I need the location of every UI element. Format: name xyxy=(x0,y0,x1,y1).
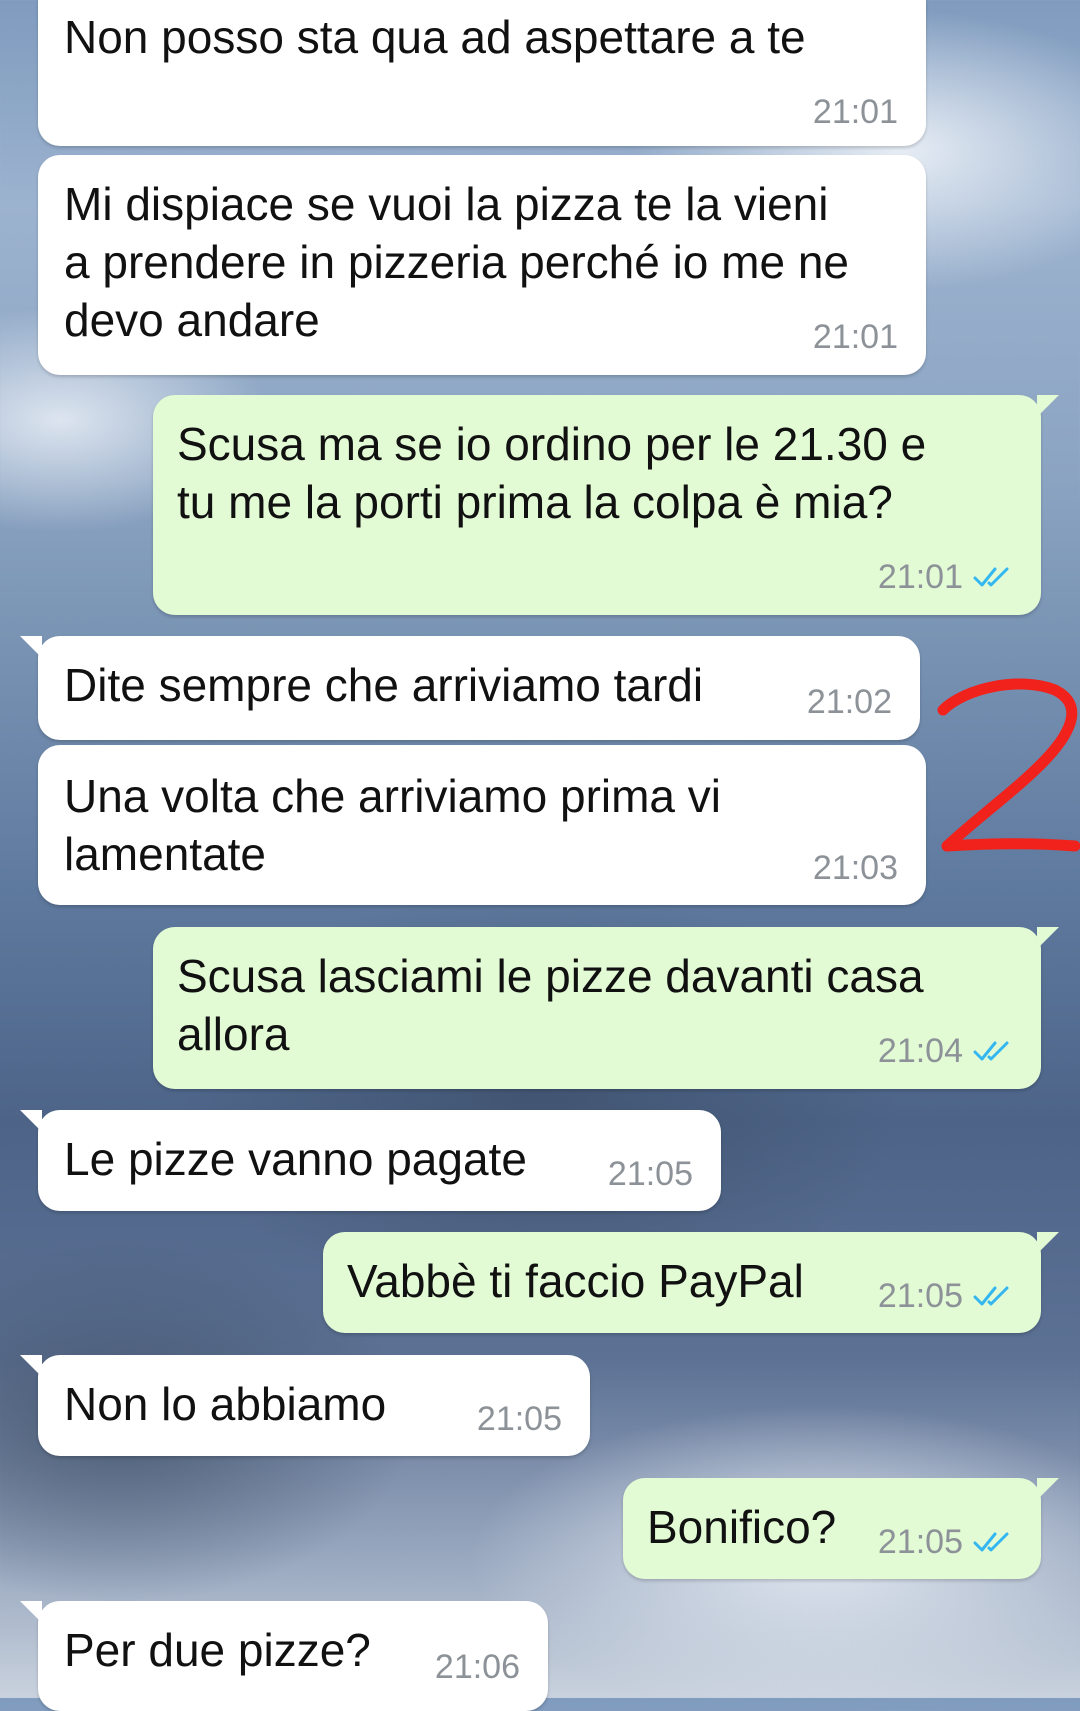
handwritten-number-annotation: 2 xyxy=(937,678,1080,852)
message-incoming[interactable]: Una volta che arriviamo prima vi lamenta… xyxy=(38,745,926,905)
message-outgoing[interactable]: Scusa lasciami le pizze davanti casa all… xyxy=(153,927,1059,1089)
message-meta: 21:04 xyxy=(878,1031,1013,1071)
message-meta: 21:05 xyxy=(477,1399,562,1439)
message-time: 21:05 xyxy=(607,1155,693,1193)
message-text: Bonifico? xyxy=(647,1498,836,1556)
message-text: Non lo abbiamo xyxy=(64,1375,386,1433)
message-meta: 21:01 xyxy=(878,557,1013,597)
message-meta: 21:01 xyxy=(813,317,898,357)
message-time: 21:01 xyxy=(877,558,963,596)
message-time: 21:03 xyxy=(812,849,898,887)
chat-area[interactable]: Non posso sta qua ad aspettare a te 21:0… xyxy=(0,0,1080,1711)
message-meta: 21:05 xyxy=(878,1522,1013,1562)
message-incoming[interactable]: Mi dispiace se vuoi la pizza te la vieni… xyxy=(38,155,926,375)
message-incoming[interactable]: Non lo abbiamo 21:05 xyxy=(20,1355,590,1456)
message-line: devo andare xyxy=(64,294,320,346)
message-text: Scusa ma se io ordino per le 21.30 e tu … xyxy=(177,415,926,531)
message-text: Mi dispiace se vuoi la pizza te la vieni… xyxy=(64,175,849,349)
message-time: 21:06 xyxy=(434,1648,520,1686)
message-time: 21:02 xyxy=(806,683,892,721)
message-meta: 21:05 xyxy=(608,1154,693,1194)
message-line: Non lo abbiamo xyxy=(64,1378,387,1430)
message-text: Non posso sta qua ad aspettare a te xyxy=(64,8,806,66)
message-line: Una volta che arriviamo prima vi xyxy=(64,770,722,822)
message-outgoing[interactable]: Scusa ma se io ordino per le 21.30 e tu … xyxy=(153,395,1059,615)
message-time: 21:04 xyxy=(877,1032,963,1070)
message-meta: 21:03 xyxy=(813,848,898,888)
message-text: Scusa lasciami le pizze davanti casa all… xyxy=(177,947,924,1063)
message-meta: 21:05 xyxy=(878,1276,1013,1316)
message-line: Per due pizze? xyxy=(64,1624,371,1676)
message-line: Le pizze vanno pagate xyxy=(64,1133,527,1185)
message-text: Vabbè ti faccio PayPal xyxy=(347,1252,804,1310)
message-line: a prendere in pizzeria perché io me ne xyxy=(64,236,850,288)
message-meta: 21:01 xyxy=(813,92,898,132)
message-meta: 21:02 xyxy=(807,682,892,722)
message-line: Scusa ma se io ordino per le 21.30 e xyxy=(177,418,927,470)
message-text: Per due pizze? xyxy=(64,1621,371,1679)
message-incoming[interactable]: Le pizze vanno pagate 21:05 xyxy=(20,1110,721,1211)
message-line: tu me la porti prima la colpa è mia? xyxy=(177,476,893,528)
message-line: Dite sempre che arriviamo tardi xyxy=(64,659,704,711)
message-incoming[interactable]: Non posso sta qua ad aspettare a te 21:0… xyxy=(38,0,926,146)
message-outgoing[interactable]: Bonifico? 21:05 xyxy=(623,1478,1059,1579)
message-time: 21:01 xyxy=(812,318,898,356)
message-line: Scusa lasciami le pizze davanti casa xyxy=(177,950,924,1002)
message-incoming[interactable]: Dite sempre che arriviamo tardi 21:02 xyxy=(20,636,920,740)
double-check-icon xyxy=(973,1041,1009,1061)
message-text: Dite sempre che arriviamo tardi xyxy=(64,656,703,714)
message-line: lamentate xyxy=(64,828,267,880)
message-time: 21:05 xyxy=(476,1400,562,1438)
message-time: 21:05 xyxy=(877,1277,963,1315)
message-line: Bonifico? xyxy=(647,1501,837,1553)
message-incoming[interactable]: Per due pizze? 21:06 xyxy=(20,1601,548,1711)
message-line: allora xyxy=(177,1008,290,1060)
message-line: Vabbè ti faccio PayPal xyxy=(347,1255,804,1307)
message-meta: 21:06 xyxy=(435,1647,520,1687)
double-check-icon xyxy=(973,1532,1009,1552)
message-outgoing[interactable]: Vabbè ti faccio PayPal 21:05 xyxy=(323,1232,1059,1333)
message-text: Una volta che arriviamo prima vi lamenta… xyxy=(64,767,721,883)
message-text: Le pizze vanno pagate xyxy=(64,1130,527,1188)
message-time: 21:01 xyxy=(812,93,898,131)
double-check-icon xyxy=(973,1286,1009,1306)
message-line: Mi dispiace se vuoi la pizza te la vieni xyxy=(64,178,829,230)
message-line: Non posso sta qua ad aspettare a te xyxy=(64,11,806,63)
message-time: 21:05 xyxy=(877,1523,963,1561)
double-check-icon xyxy=(973,567,1009,587)
